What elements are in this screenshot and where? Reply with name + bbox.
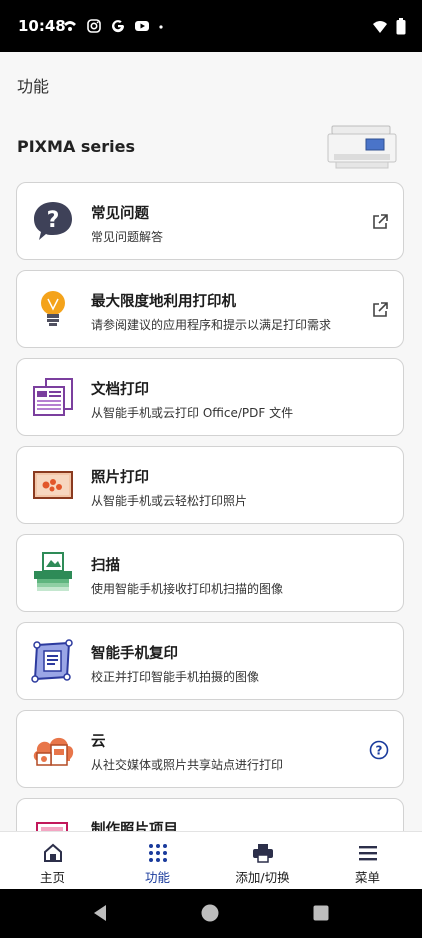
bottom-navigation: 主页 功能 添加/切换 菜单 [0, 831, 422, 890]
card-title: 智能手机复印 [91, 646, 178, 662]
google-icon [112, 20, 125, 33]
nav-functions[interactable]: 功能 [105, 832, 210, 890]
nav-label: 主页 [39, 870, 65, 885]
nav-label: 功能 [144, 870, 170, 885]
back-icon[interactable] [92, 904, 108, 922]
page-title: 功能 [17, 77, 50, 96]
nav-add-switch[interactable]: 添加/切换 [210, 832, 315, 890]
nav-label: 添加/切换 [235, 870, 290, 885]
hamburger-menu-icon [359, 846, 377, 861]
card-description: 使用智能手机接收打印机扫描的图像 [91, 582, 284, 596]
nav-label: 菜单 [354, 870, 380, 885]
printer-series-name: PIXMA series [17, 137, 136, 156]
help-circle-icon[interactable]: ? [369, 740, 389, 760]
grid-dots-icon [149, 844, 167, 862]
card-description: 常见问题解答 [91, 230, 164, 244]
status-bar: 10:48 [0, 0, 422, 52]
home-icon [44, 843, 62, 862]
external-link-icon [373, 302, 388, 317]
printer-image [327, 125, 397, 169]
scan-icon [34, 552, 72, 591]
svg-text:?: ? [376, 744, 383, 758]
card-document-print[interactable]: 文档打印 从智能手机或云打印 Office/PDF 文件 [16, 358, 404, 436]
battery-icon [396, 18, 406, 35]
status-system-icons [372, 18, 406, 35]
wifi-calling-icon [64, 21, 76, 31]
home-button-icon[interactable] [201, 904, 219, 922]
question-bubble-icon: ? [34, 202, 72, 240]
card-description: 校正并打印智能手机拍摄的图像 [91, 670, 260, 684]
lightbulb-icon [41, 291, 65, 326]
nav-home[interactable]: 主页 [0, 832, 105, 890]
system-navigation-bar [0, 889, 422, 938]
card-cloud[interactable]: 云 从社交媒体或照片共享站点进行打印 ? [16, 710, 404, 788]
cloud-print-icon [33, 737, 74, 766]
card-title: 文档打印 [91, 382, 149, 398]
card-title: 扫描 [91, 558, 120, 574]
card-description: 从智能手机或云轻松打印照片 [91, 494, 248, 508]
card-title: 最大限度地利用打印机 [91, 294, 236, 310]
nav-menu[interactable]: 菜单 [315, 832, 420, 890]
photo-print-icon [33, 471, 73, 499]
card-title: 照片打印 [91, 470, 149, 486]
card-title: 常见问题 [91, 206, 149, 222]
card-description: 从智能手机或云打印 Office/PDF 文件 [91, 406, 294, 420]
card-title: 云 [91, 734, 106, 750]
card-photo-print[interactable]: 照片打印 从智能手机或云轻松打印照片 [16, 446, 404, 524]
card-description: 请参阅建议的应用程序和提示以满足打印需求 [91, 318, 332, 332]
youtube-icon [135, 21, 149, 31]
card-smartphone-copy[interactable]: 智能手机复印 校正并打印智能手机拍摄的图像 [16, 622, 404, 700]
wifi-icon [373, 20, 387, 33]
status-time: 10:48 [18, 17, 66, 35]
card-make-the-most[interactable]: 最大限度地利用打印机 请参阅建议的应用程序和提示以满足打印需求 [16, 270, 404, 348]
recents-icon[interactable] [313, 905, 329, 921]
card-scan[interactable]: 扫描 使用智能手机接收打印机扫描的图像 [16, 534, 404, 612]
smartphone-copy-icon [31, 639, 73, 683]
card-description: 从社交媒体或照片共享站点进行打印 [91, 758, 284, 772]
card-faq[interactable]: ? 常见问题 常见问题解答 [16, 182, 404, 260]
instagram-icon [87, 19, 101, 33]
dot-icon [159, 25, 163, 29]
printer-icon [253, 844, 273, 863]
document-print-icon [33, 378, 73, 416]
external-link-icon [373, 214, 388, 229]
svg-text:?: ? [47, 208, 60, 233]
status-notification-icons [62, 18, 164, 34]
